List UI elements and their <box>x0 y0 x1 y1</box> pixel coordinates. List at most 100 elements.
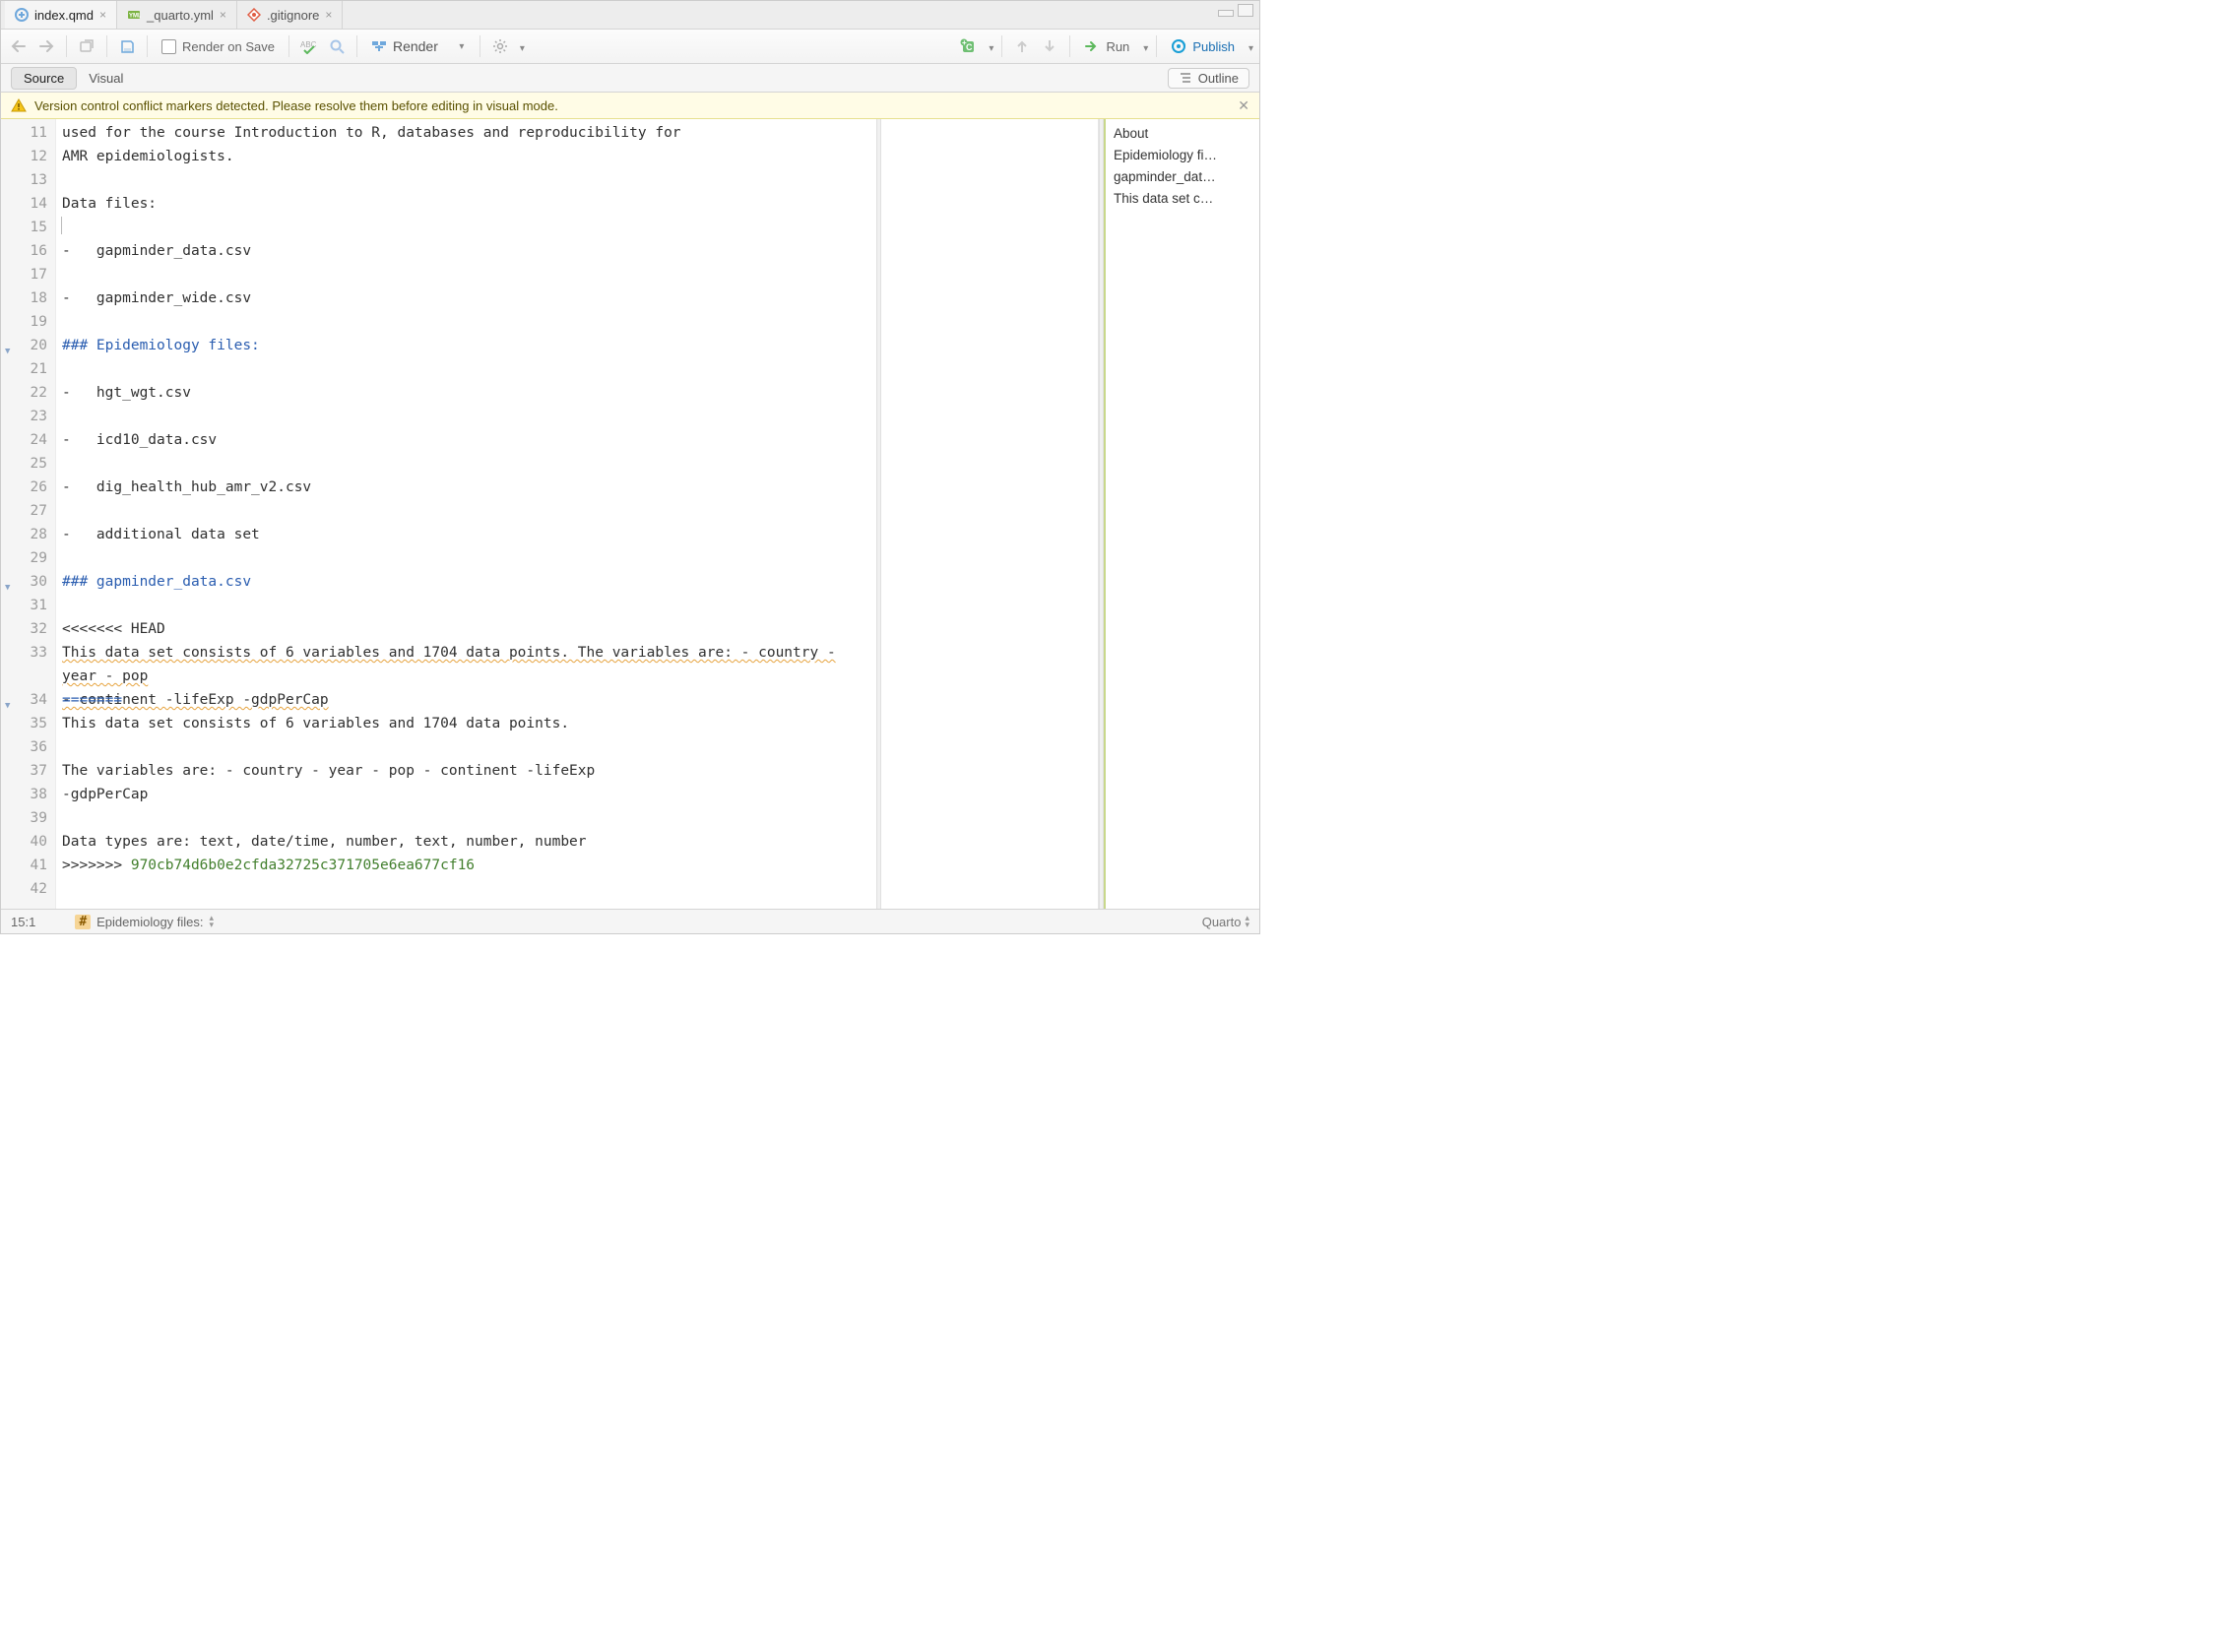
settings-icon[interactable] <box>488 34 512 58</box>
line-number[interactable]: 41 <box>1 854 55 877</box>
minimize-pane-icon[interactable] <box>1218 10 1234 17</box>
outline-item[interactable]: Epidemiology fi… <box>1114 145 1251 166</box>
line-number[interactable]: 34▼ <box>1 688 55 712</box>
close-tab-icon[interactable]: × <box>325 8 332 22</box>
render-button[interactable]: Render <box>365 34 444 58</box>
code-line[interactable]: AMR epidemiologists. <box>62 145 876 168</box>
line-number[interactable]: 14 <box>1 192 55 216</box>
save-icon[interactable] <box>115 34 139 58</box>
line-number[interactable]: 26 <box>1 476 55 499</box>
code-line[interactable] <box>62 168 876 192</box>
breadcrumb-stepper[interactable]: ▴▾ <box>210 915 215 928</box>
find-icon[interactable] <box>325 34 349 58</box>
code-line[interactable]: ### Epidemiology files: <box>62 334 876 357</box>
run-chevron[interactable] <box>1139 39 1148 54</box>
publish-chevron[interactable] <box>1245 39 1253 54</box>
go-next-icon[interactable] <box>1038 34 1061 58</box>
line-number[interactable]: 20▼ <box>1 334 55 357</box>
file-tab[interactable]: .gitignore× <box>237 1 344 29</box>
line-number[interactable]: 31 <box>1 594 55 617</box>
code-line[interactable]: >>>>>>> 970cb74d6b0e2cfda32725c371705e6e… <box>62 854 876 877</box>
line-number[interactable]: 30▼ <box>1 570 55 594</box>
code-line[interactable]: The variables are: - country - year - po… <box>62 759 876 783</box>
breadcrumb-text[interactable]: Epidemiology files: <box>96 915 203 929</box>
warning-close-icon[interactable]: ✕ <box>1238 97 1249 114</box>
line-number[interactable]: 33 <box>1 641 55 688</box>
line-number[interactable]: 15 <box>1 216 55 239</box>
code-line[interactable]: - dig_health_hub_amr_v2.csv <box>62 476 876 499</box>
code-line[interactable] <box>62 452 876 476</box>
go-prev-icon[interactable] <box>1010 34 1034 58</box>
code-line[interactable]: <<<<<<< HEAD <box>62 617 876 641</box>
line-number[interactable]: 38 <box>1 783 55 806</box>
cursor-position[interactable]: 15:1 <box>11 915 35 929</box>
line-number[interactable]: 37 <box>1 759 55 783</box>
line-number[interactable]: 16 <box>1 239 55 263</box>
code-line[interactable] <box>62 263 876 286</box>
render-on-save-checkbox[interactable] <box>161 39 176 54</box>
line-number[interactable]: 13 <box>1 168 55 192</box>
line-number[interactable]: 19 <box>1 310 55 334</box>
spellcheck-icon[interactable]: ABC <box>297 34 321 58</box>
code-line[interactable] <box>62 357 876 381</box>
render-on-save-toggle[interactable]: Render on Save <box>156 34 281 58</box>
line-number[interactable]: 29 <box>1 546 55 570</box>
code-line[interactable]: - icd10_data.csv <box>62 428 876 452</box>
line-number[interactable]: 40 <box>1 830 55 854</box>
maximize-pane-icon[interactable] <box>1238 4 1253 17</box>
code-line[interactable]: - additional data set <box>62 523 876 546</box>
close-tab-icon[interactable]: × <box>99 8 106 22</box>
line-number[interactable]: 25 <box>1 452 55 476</box>
line-number[interactable]: 11 <box>1 121 55 145</box>
line-number[interactable]: 12 <box>1 145 55 168</box>
settings-chevron[interactable] <box>516 39 525 54</box>
line-number[interactable]: 28 <box>1 523 55 546</box>
code-line[interactable]: ======= <box>62 688 876 712</box>
code-line[interactable]: -gdpPerCap <box>62 783 876 806</box>
file-tab[interactable]: YML_quarto.yml× <box>117 1 237 29</box>
code-line[interactable]: Data types are: text, date/time, number,… <box>62 830 876 854</box>
language-stepper[interactable]: ▴▾ <box>1245 915 1249 928</box>
visual-view-button[interactable]: Visual <box>77 68 135 89</box>
insert-chunk-icon[interactable]: C+ <box>957 34 981 58</box>
line-number[interactable]: 21 <box>1 357 55 381</box>
publish-button[interactable]: Publish <box>1165 34 1241 58</box>
run-button[interactable]: Run <box>1078 34 1135 58</box>
outline-item[interactable]: This data set c… <box>1114 188 1251 210</box>
line-number[interactable]: 39 <box>1 806 55 830</box>
code-line[interactable]: - hgt_wgt.csv <box>62 381 876 405</box>
line-number[interactable]: 35 <box>1 712 55 735</box>
code-line[interactable] <box>62 216 876 239</box>
outline-item[interactable]: gapminder_dat… <box>1114 166 1251 188</box>
code-line[interactable]: Data files: <box>62 192 876 216</box>
code-content[interactable]: used for the course Introduction to R, d… <box>56 119 876 909</box>
insert-chunk-chevron[interactable] <box>985 39 993 54</box>
line-number[interactable]: 17 <box>1 263 55 286</box>
code-line[interactable] <box>62 405 876 428</box>
code-line[interactable] <box>62 499 876 523</box>
code-line[interactable]: This data set consists of 6 variables an… <box>62 712 876 735</box>
outline-toggle-button[interactable]: Outline <box>1168 68 1249 89</box>
line-number[interactable]: 18 <box>1 286 55 310</box>
code-line[interactable] <box>62 546 876 570</box>
code-editor[interactable]: 11121314151617181920▼2122232425262728293… <box>1 119 876 909</box>
outline-item[interactable]: About <box>1114 123 1251 145</box>
code-line[interactable]: used for the course Introduction to R, d… <box>62 121 876 145</box>
render-menu-chevron[interactable] <box>448 34 472 58</box>
line-number[interactable]: 32 <box>1 617 55 641</box>
close-tab-icon[interactable]: × <box>220 8 226 22</box>
code-line[interactable]: This data set consists of 6 variables an… <box>62 641 876 688</box>
line-number[interactable]: 23 <box>1 405 55 428</box>
code-line[interactable]: - gapminder_wide.csv <box>62 286 876 310</box>
code-line[interactable] <box>62 877 876 901</box>
code-line[interactable] <box>62 594 876 617</box>
line-number[interactable]: 22 <box>1 381 55 405</box>
forward-icon[interactable] <box>34 34 58 58</box>
line-number[interactable]: 42 <box>1 877 55 901</box>
language-label[interactable]: Quarto <box>1202 915 1242 929</box>
code-line[interactable]: ### gapminder_data.csv <box>62 570 876 594</box>
back-icon[interactable] <box>7 34 31 58</box>
line-number[interactable]: 36 <box>1 735 55 759</box>
file-tab[interactable]: index.qmd× <box>5 1 117 29</box>
line-number[interactable]: 24 <box>1 428 55 452</box>
